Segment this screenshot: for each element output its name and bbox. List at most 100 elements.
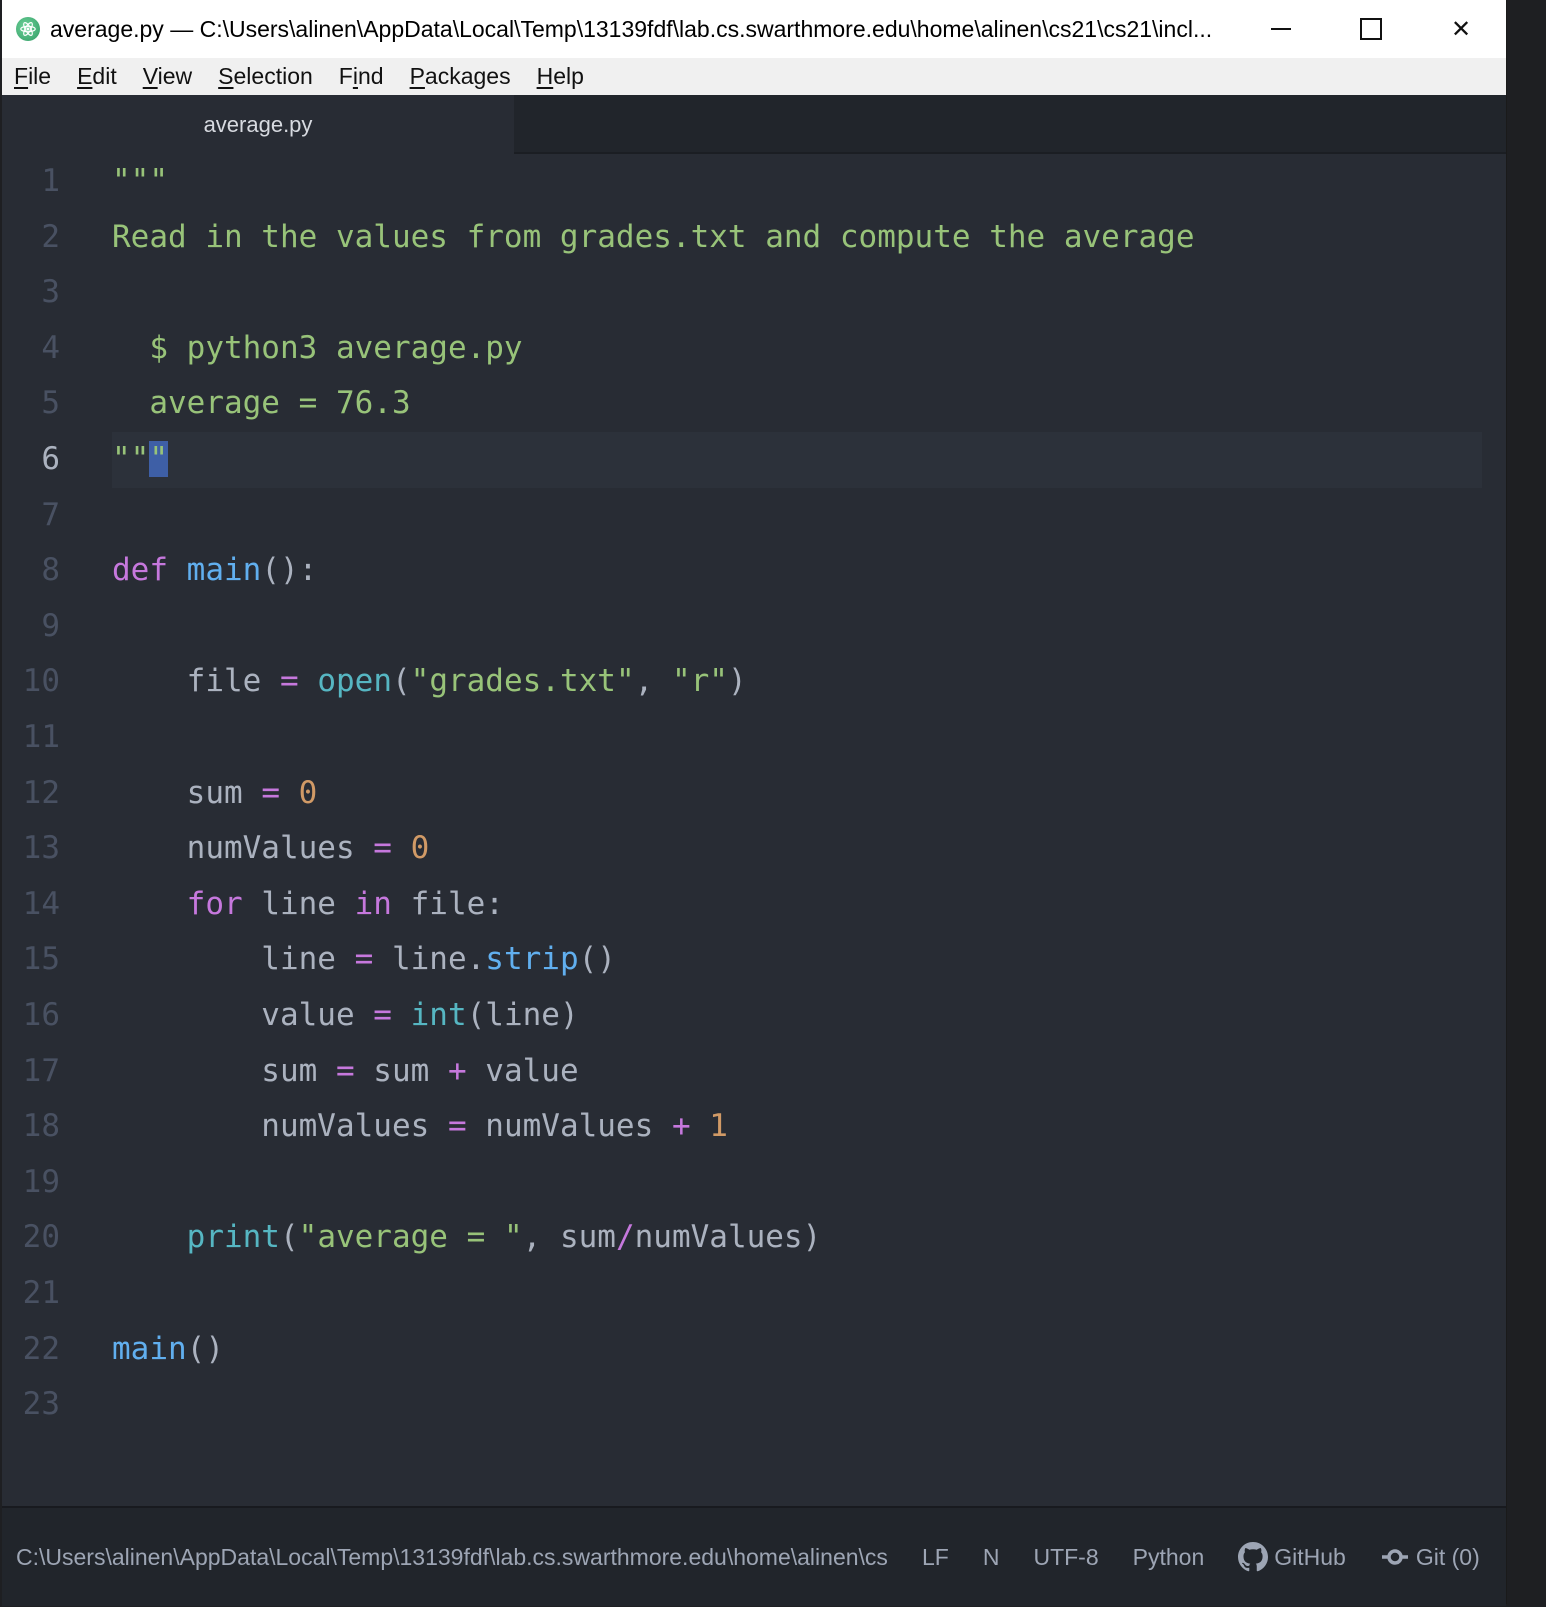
code-text: ​ file = open("grades.txt", "r") [112,654,1482,710]
menu-view[interactable]: View [143,63,192,90]
code-line[interactable]: 23 ​ [2,1377,1506,1433]
maximize-button[interactable] [1326,0,1416,58]
code-line[interactable]: 4 ​ $ python3 average.py [2,321,1506,377]
line-number[interactable]: 16 [2,988,60,1044]
status-line-ending[interactable]: LF [922,1544,949,1571]
line-number[interactable]: 23 [2,1377,60,1433]
code-token: line [242,885,355,922]
menu-accelerator: H [536,63,554,89]
code-token: "r" [671,663,728,700]
code-line[interactable]: 6 ​""" [2,432,1506,488]
code-token: + [447,1052,467,1089]
code-token: """ [112,163,168,199]
line-number[interactable]: 4 [2,321,60,377]
line-number[interactable]: 8 [2,543,60,599]
menu-file[interactable]: File [14,63,51,90]
line-number[interactable]: 18 [2,1099,60,1155]
status-encoding[interactable]: UTF-8 [1033,1544,1098,1571]
menu-find[interactable]: Find [339,63,384,90]
code-line[interactable]: 21 ​ [2,1266,1506,1322]
code-line[interactable]: 20 ​ print("average = ", sum/numValues) [2,1210,1506,1266]
status-grammar[interactable]: Python [1133,1544,1205,1571]
line-number[interactable]: 1 [2,154,60,210]
line-number[interactable]: 6 [2,432,60,488]
code-line[interactable]: 18 ​ numValues = numValues + 1 [2,1099,1506,1155]
menu-accelerator: S [218,63,234,89]
menu-packages[interactable]: Packages [410,63,511,90]
status-git[interactable]: Git (0) [1380,1544,1480,1571]
line-number[interactable]: 14 [2,877,60,933]
code-editor[interactable]: 1​"""2​Read in the values from grades.tx… [2,154,1506,1506]
code-line[interactable]: 2 ​Read in the values from grades.txt and… [2,210,1506,266]
line-number[interactable]: 9 [2,599,60,655]
code-token: numValues [112,830,374,867]
code-token: in [354,885,392,922]
tab-average-py[interactable]: average.py [2,95,514,154]
status-github[interactable]: GitHub [1238,1542,1346,1572]
code-text: ​ [112,710,1482,766]
line-number[interactable]: 17 [2,1044,60,1100]
code-token: sum [354,1052,448,1089]
atom-app-icon [16,17,40,41]
code-line[interactable]: 14 ​ for line in file: [2,877,1506,933]
code-token: = [261,774,280,811]
code-line[interactable]: 8 ​def main(): [2,543,1506,599]
line-number[interactable]: 15 [2,932,60,988]
code-line[interactable]: 7​ [2,488,1506,544]
code-line[interactable]: 1 ​""" [2,154,1506,210]
menu-selection[interactable]: Selection [218,63,313,90]
line-number[interactable]: 5 [2,376,60,432]
window-title: average.py — C:\Users\alinen\AppData\Loc… [50,15,1213,42]
menu-label-part: iew [157,63,193,89]
code-line[interactable]: 12 ​ sum = 0 [2,766,1506,822]
menu-edit[interactable]: Edit [77,63,117,90]
line-number[interactable]: 3 [2,265,60,321]
code-line[interactable]: 16 ​ value = int(line) [2,988,1506,1044]
code-token: strip [485,941,579,978]
status-indent[interactable]: N [983,1544,1000,1571]
line-number[interactable]: 11 [2,710,60,766]
code-token: + [671,1108,691,1145]
code-line[interactable]: 22 ​main() [2,1322,1506,1378]
title-bar[interactable]: average.py — C:\Users\alinen\AppData\Loc… [2,0,1506,58]
code-line[interactable]: 9​ [2,599,1506,655]
code-token: (line) [466,997,579,1033]
code-line[interactable]: 13 ​ numValues = 0 [2,821,1506,877]
line-number[interactable]: 10 [2,654,60,710]
menu-help[interactable]: Help [537,63,584,90]
menu-label-part: nd [357,63,384,89]
code-line[interactable]: 5 ​ average = 76.3 [2,376,1506,432]
code-token: "" [112,441,150,477]
line-number[interactable]: 12 [2,766,60,822]
line-number[interactable]: 21 [2,1266,60,1322]
line-number[interactable]: 7 [2,488,60,544]
line-number[interactable]: 22 [2,1322,60,1378]
code-token: () [186,1330,224,1367]
code-token: int [410,997,467,1033]
code-line[interactable]: 17 ​ sum = sum + value [2,1044,1506,1100]
menu-bar: File Edit View Selection Find Packages Help [2,58,1506,95]
code-line[interactable]: 19 ​ [2,1155,1506,1211]
code-text: ​ value = int(line) [112,988,1482,1044]
tab-bar: average.py [2,95,1506,154]
git-label: Git (0) [1415,1543,1480,1570]
code-line[interactable]: 3​ [2,265,1506,321]
status-file-path[interactable]: C:\Users\alinen\AppData\Local\Temp\13139… [16,1544,888,1571]
code-token: main [186,552,262,589]
line-number[interactable]: 19 [2,1155,60,1211]
close-button[interactable]: ✕ [1416,0,1506,58]
line-number[interactable]: 2 [2,210,60,266]
code-line[interactable]: 11 ​ [2,710,1506,766]
code-line[interactable]: 10 ​ file = open("grades.txt", "r") [2,654,1506,710]
line-number[interactable]: 13 [2,821,60,877]
tab-label: average.py [203,111,313,137]
minimize-button[interactable] [1236,0,1326,58]
code-line[interactable]: 15 ​ line = line.strip() [2,932,1506,988]
line-number[interactable]: 20 [2,1210,60,1266]
tab-bar-empty-area[interactable] [514,95,1506,154]
